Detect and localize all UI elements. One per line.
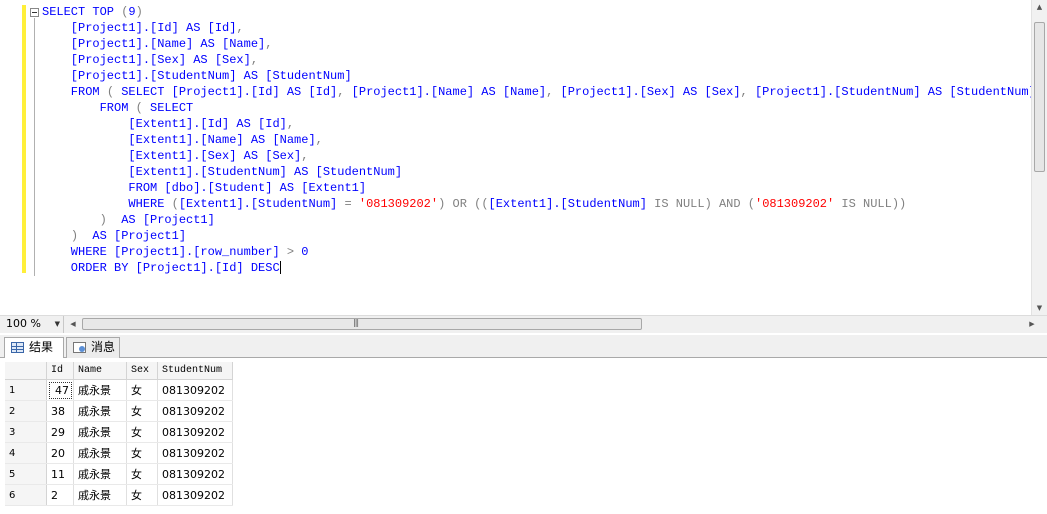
cell-id[interactable]: 38 <box>46 400 74 422</box>
results-grid-icon <box>11 342 24 353</box>
code-line: [Project1].[Sex] AS [Sex], <box>42 53 259 67</box>
table-row[interactable]: 4 20 戚永景 女 081309202 <box>5 442 233 464</box>
tab-messages-label: 消息 <box>91 340 116 354</box>
results-pane: Id Name Sex StudentNum 1 47 戚永景 女 081309… <box>0 358 1047 514</box>
cell-studentnum[interactable]: 081309202 <box>157 442 233 464</box>
code-line: FROM ( SELECT <box>42 101 194 115</box>
messages-icon <box>73 342 86 353</box>
scroll-left-icon[interactable]: ◀ <box>66 316 80 333</box>
cell-studentnum[interactable]: 081309202 <box>157 463 233 485</box>
cell-sex[interactable]: 女 <box>126 379 158 401</box>
fold-guide-line <box>34 18 35 276</box>
zoom-dropdown[interactable]: 100 % ▼ <box>0 316 64 333</box>
change-marker-bar <box>22 5 26 273</box>
cell-sex[interactable]: 女 <box>126 463 158 485</box>
tab-messages[interactable]: 消息 <box>66 337 120 358</box>
code-line: ) AS [Project1] <box>99 213 215 227</box>
cell-name[interactable]: 戚永景 <box>73 379 127 401</box>
zoom-level: 100 % <box>6 317 41 330</box>
cell-sex[interactable]: 女 <box>126 442 158 464</box>
scroll-up-icon[interactable]: ▲ <box>1032 0 1047 14</box>
code-line-last: ORDER BY [Project1].[Id] DESC <box>42 260 1031 276</box>
code-line: [Extent1].[Sex] AS [Sex], <box>42 149 309 163</box>
column-header-name[interactable]: Name <box>73 362 127 380</box>
scroll-grip-icon: ||| <box>353 318 359 327</box>
column-header-sex[interactable]: Sex <box>126 362 158 380</box>
query-editor[interactable]: SELECT TOP (9) [Project1].[Id] AS [Id], … <box>0 0 1047 315</box>
fold-collapse-icon[interactable] <box>30 8 39 17</box>
text-caret <box>279 261 281 275</box>
code-line: FROM ( SELECT [Project1].[Id] AS [Id], [… <box>42 85 1031 99</box>
results-tab-strip: 结果 消息 <box>0 335 1047 359</box>
scroll-right-icon[interactable]: ▶ <box>1025 316 1039 333</box>
grid-corner-cell[interactable] <box>5 362 47 380</box>
editor-vertical-scrollbar[interactable]: ▲ ▼ <box>1031 0 1047 315</box>
code-line: [Extent1].[Id] AS [Id], <box>42 117 295 131</box>
cell-studentnum[interactable]: 081309202 <box>157 421 233 443</box>
code-line-text: ORDER BY [Project1].[Id] DESC <box>42 261 280 275</box>
editor-status-bar: 100 % ▼ ◀ ||| ▶ <box>0 315 1047 333</box>
code-line: WHERE [Project1].[row_number] > 0 <box>42 245 309 259</box>
cell-name[interactable]: 戚永景 <box>73 421 127 443</box>
results-grid[interactable]: Id Name Sex StudentNum 1 47 戚永景 女 081309… <box>5 362 233 506</box>
cell-name[interactable]: 戚永景 <box>73 400 127 422</box>
code-line: [Extent1].[StudentNum] AS [StudentNum] <box>42 165 403 179</box>
chevron-down-icon[interactable]: ▼ <box>55 316 60 332</box>
cell-studentnum[interactable]: 081309202 <box>157 400 233 422</box>
tab-results-label: 结果 <box>29 340 54 354</box>
vertical-scroll-thumb[interactable] <box>1034 22 1045 172</box>
column-header-id[interactable]: Id <box>46 362 74 380</box>
code-line: [Project1].[StudentNum] AS [StudentNum] <box>42 69 352 83</box>
code-line: [Project1].[Name] AS [Name], <box>42 37 273 51</box>
code-line: WHERE ([Extent1].[StudentNum] = '0813092… <box>42 197 907 211</box>
cell-studentnum[interactable]: 081309202 <box>157 379 233 401</box>
sql-code[interactable]: SELECT TOP (9) [Project1].[Id] AS [Id], … <box>42 4 1031 294</box>
cell-name[interactable]: 戚永景 <box>73 484 127 506</box>
horizontal-scroll-thumb[interactable]: ||| <box>82 318 642 330</box>
code-line: [Project1].[Id] AS [Id], <box>42 21 244 35</box>
table-row[interactable]: 2 38 戚永景 女 081309202 <box>5 400 233 422</box>
cell-sex[interactable]: 女 <box>126 484 158 506</box>
code-line: FROM [dbo].[Student] AS [Extent1] <box>42 181 367 195</box>
row-number[interactable]: 3 <box>5 421 47 443</box>
cell-studentnum[interactable]: 081309202 <box>157 484 233 506</box>
table-row[interactable]: 1 47 戚永景 女 081309202 <box>5 379 233 401</box>
row-number[interactable]: 2 <box>5 400 47 422</box>
editor-horizontal-scrollbar[interactable]: ◀ ||| ▶ <box>66 316 1047 333</box>
code-line: [Extent1].[Name] AS [Name], <box>42 133 323 147</box>
code-line: SELECT TOP (9) <box>42 5 143 19</box>
table-row[interactable]: 3 29 戚永景 女 081309202 <box>5 421 233 443</box>
cell-id[interactable]: 29 <box>46 421 74 443</box>
column-header-studentnum[interactable]: StudentNum <box>157 362 233 380</box>
table-row[interactable]: 6 2 戚永景 女 081309202 <box>5 484 233 506</box>
cell-id[interactable]: 20 <box>46 442 74 464</box>
row-number[interactable]: 4 <box>5 442 47 464</box>
code-line: ) AS [Project1] <box>70 229 187 243</box>
cell-name[interactable]: 戚永景 <box>73 463 127 485</box>
grid-header-row: Id Name Sex StudentNum <box>5 362 233 380</box>
row-number[interactable]: 6 <box>5 484 47 506</box>
cell-sex[interactable]: 女 <box>126 400 158 422</box>
cell-name[interactable]: 戚永景 <box>73 442 127 464</box>
cell-id[interactable]: 11 <box>46 463 74 485</box>
scroll-down-icon[interactable]: ▼ <box>1032 301 1047 315</box>
table-row[interactable]: 5 11 戚永景 女 081309202 <box>5 463 233 485</box>
cell-sex[interactable]: 女 <box>126 421 158 443</box>
cell-id[interactable]: 47 <box>46 379 74 401</box>
row-number[interactable]: 1 <box>5 379 47 401</box>
cell-id[interactable]: 2 <box>46 484 74 506</box>
tab-results[interactable]: 结果 <box>4 337 64 359</box>
row-number[interactable]: 5 <box>5 463 47 485</box>
